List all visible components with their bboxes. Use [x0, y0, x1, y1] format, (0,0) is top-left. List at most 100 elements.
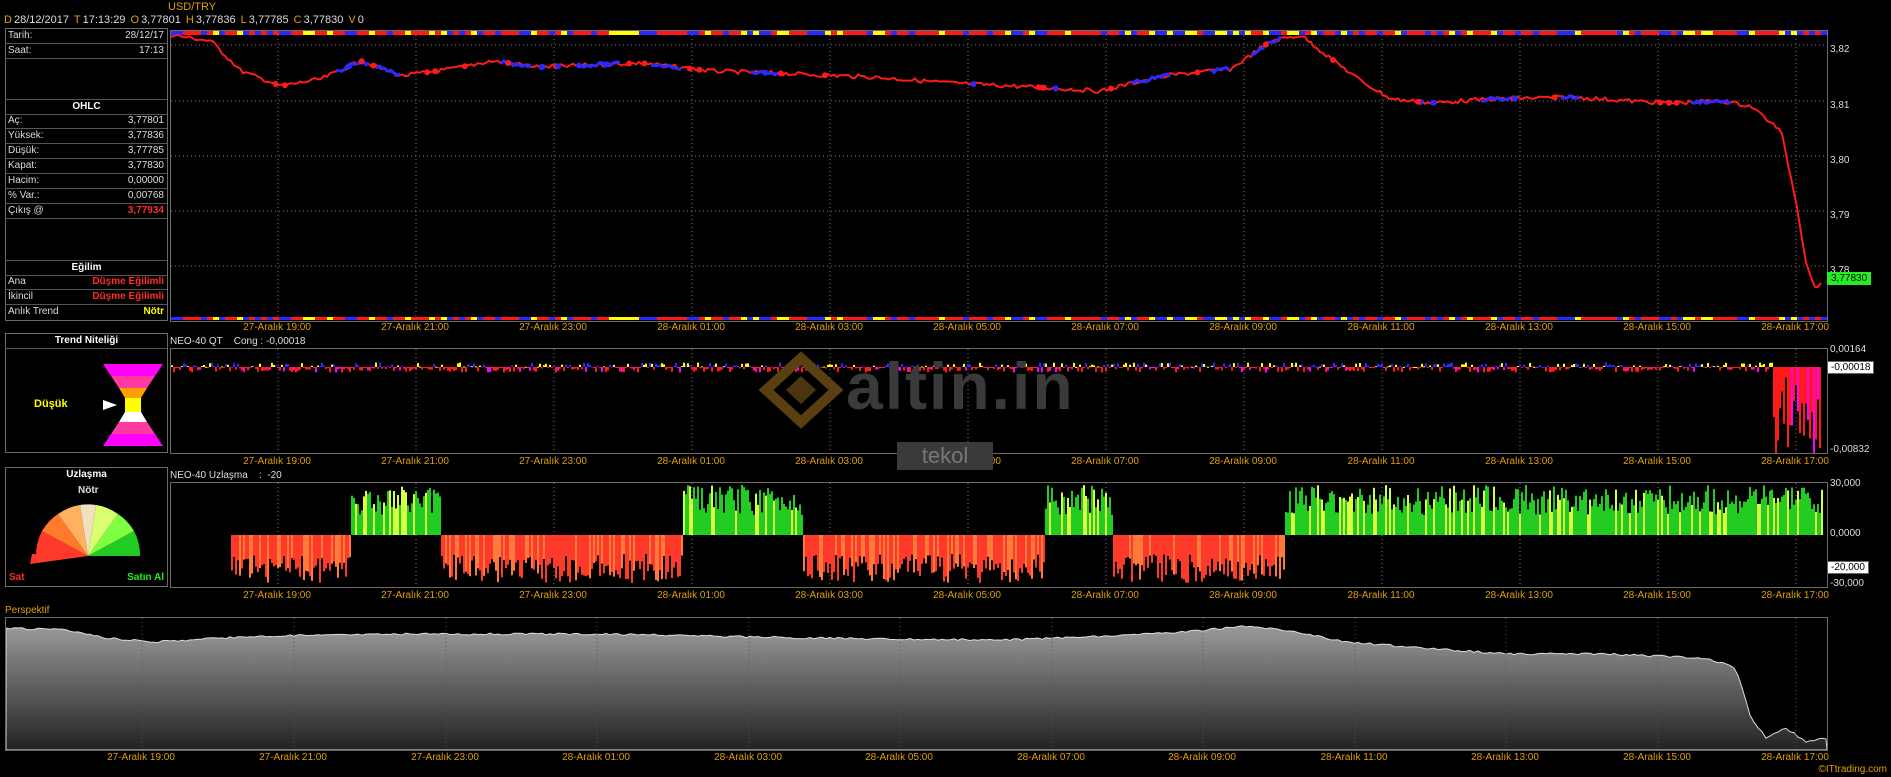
- qt-bar: [203, 365, 205, 367]
- qt-bar: [1585, 367, 1587, 368]
- uz-bar: [755, 493, 757, 535]
- uz-bar: [1761, 498, 1763, 535]
- uz-bar: [1143, 535, 1145, 571]
- uz-bar: [261, 535, 263, 566]
- uz-bar: [1245, 535, 1247, 563]
- uz-bar: [899, 535, 901, 569]
- signal-strip-bottom: [1665, 317, 1671, 320]
- qt-bar: [1299, 365, 1301, 367]
- signal-strip-bottom: [1293, 317, 1299, 320]
- uz-bar: [1499, 496, 1501, 535]
- uz-bar: [429, 488, 431, 535]
- qt-bar: [1485, 363, 1487, 367]
- y-tick-4: 3,79: [1830, 210, 1850, 221]
- uz-bar: [1251, 535, 1253, 565]
- signal-strip-bottom: [1401, 317, 1407, 320]
- qt-bar: [1603, 365, 1605, 367]
- uz-bar: [1809, 498, 1811, 535]
- signal-strip-bottom: [1437, 317, 1443, 320]
- qt-bar: [1569, 367, 1571, 368]
- qt-bar: [1811, 367, 1813, 413]
- qt-bar: [1551, 367, 1553, 372]
- qt-bar: [1649, 367, 1651, 370]
- signal-strip-bottom: [429, 317, 435, 320]
- uz-bar: [1291, 512, 1293, 535]
- uz-bar: [325, 535, 327, 569]
- uz-bar: [711, 485, 713, 535]
- uz-bar: [397, 495, 399, 535]
- uz-panel[interactable]: [170, 482, 1828, 588]
- qt-bar: [565, 364, 567, 367]
- x-label: 27-Aralık 19:00: [243, 322, 311, 333]
- uz-bar: [379, 501, 381, 535]
- qt-bar: [1519, 364, 1521, 367]
- qt-bar: [1455, 367, 1457, 372]
- signal-strip-bottom: [1821, 317, 1827, 320]
- qt-bar: [727, 367, 729, 368]
- uz-separator: :: [258, 470, 262, 481]
- uz-bar: [657, 535, 659, 582]
- signal-strip-bottom: [1695, 317, 1701, 320]
- signal-strip-bottom: [1053, 317, 1059, 320]
- signal-strip-top: [1011, 31, 1017, 35]
- signal-strip-bottom: [789, 317, 795, 320]
- uz-bar: [563, 535, 565, 572]
- signal-strip-top: [579, 31, 585, 35]
- uz-bar: [981, 535, 983, 573]
- uz-bar: [731, 488, 733, 535]
- uz-bar: [833, 535, 835, 573]
- qt-bar: [629, 366, 631, 368]
- signal-strip-top: [621, 31, 627, 35]
- x-label: 27-Aralık 19:00: [243, 590, 311, 601]
- signal-strip-top: [1551, 31, 1557, 35]
- uz-bar: [1037, 535, 1039, 555]
- uz-bar: [1383, 496, 1385, 535]
- uz-bar: [1371, 513, 1373, 535]
- uz-bar: [655, 535, 657, 580]
- uz-bar: [1759, 503, 1761, 535]
- signal-strip-bottom: [1173, 317, 1179, 320]
- x-label: 28-Aralık 13:00: [1485, 322, 1553, 333]
- uz-bar: [1497, 509, 1499, 535]
- persp-panel[interactable]: [5, 617, 1828, 751]
- uz-bar: [491, 535, 493, 560]
- price-chart-panel[interactable]: [170, 30, 1828, 322]
- uz-bar: [547, 535, 549, 566]
- signal-strip-top: [939, 31, 945, 35]
- uz-bar: [1491, 510, 1493, 535]
- qt-bar: [1745, 367, 1747, 372]
- uz-bar: [1151, 535, 1153, 563]
- qt-bar: [331, 364, 333, 367]
- uz-bar: [1431, 508, 1433, 535]
- signal-strip-top: [1005, 31, 1011, 35]
- qt-bar: [669, 367, 671, 369]
- signal-strip-bottom: [567, 317, 573, 320]
- uz-bar: [1349, 496, 1351, 535]
- signal-strip-bottom: [1413, 317, 1419, 320]
- qt-bar: [189, 367, 191, 371]
- uz-bar: [1621, 504, 1623, 535]
- uz-bar: [1213, 535, 1215, 573]
- signal-strip-top: [1389, 31, 1395, 35]
- signal-strip-bottom: [1551, 317, 1557, 320]
- uz-bar: [1231, 535, 1233, 572]
- uz-bar: [1381, 504, 1383, 535]
- open-key: O: [130, 14, 140, 26]
- signal-strip-top: [195, 31, 201, 35]
- uz-bar: [463, 535, 465, 574]
- uz-bar: [975, 535, 977, 565]
- signal-strip-top: [723, 31, 729, 35]
- second-trend-row: İkincil Düşme Eğilimli: [6, 290, 167, 305]
- uz-bar: [269, 535, 271, 559]
- uz-bar: [525, 535, 527, 563]
- signal-strip-bottom: [1617, 317, 1623, 320]
- uz-bar: [479, 535, 481, 571]
- qt-xaxis: 27-Aralık 19:00 27-Aralık 21:00 27-Aralı…: [170, 456, 1829, 468]
- qt-cong-value: -0,00018: [265, 336, 306, 347]
- qt-bar: [1273, 365, 1275, 367]
- qt-bar: [233, 363, 235, 367]
- uz-bar: [1625, 492, 1627, 535]
- uz-bar: [1651, 493, 1653, 535]
- signal-strip-bottom: [1545, 317, 1551, 320]
- uz-bar: [647, 535, 649, 572]
